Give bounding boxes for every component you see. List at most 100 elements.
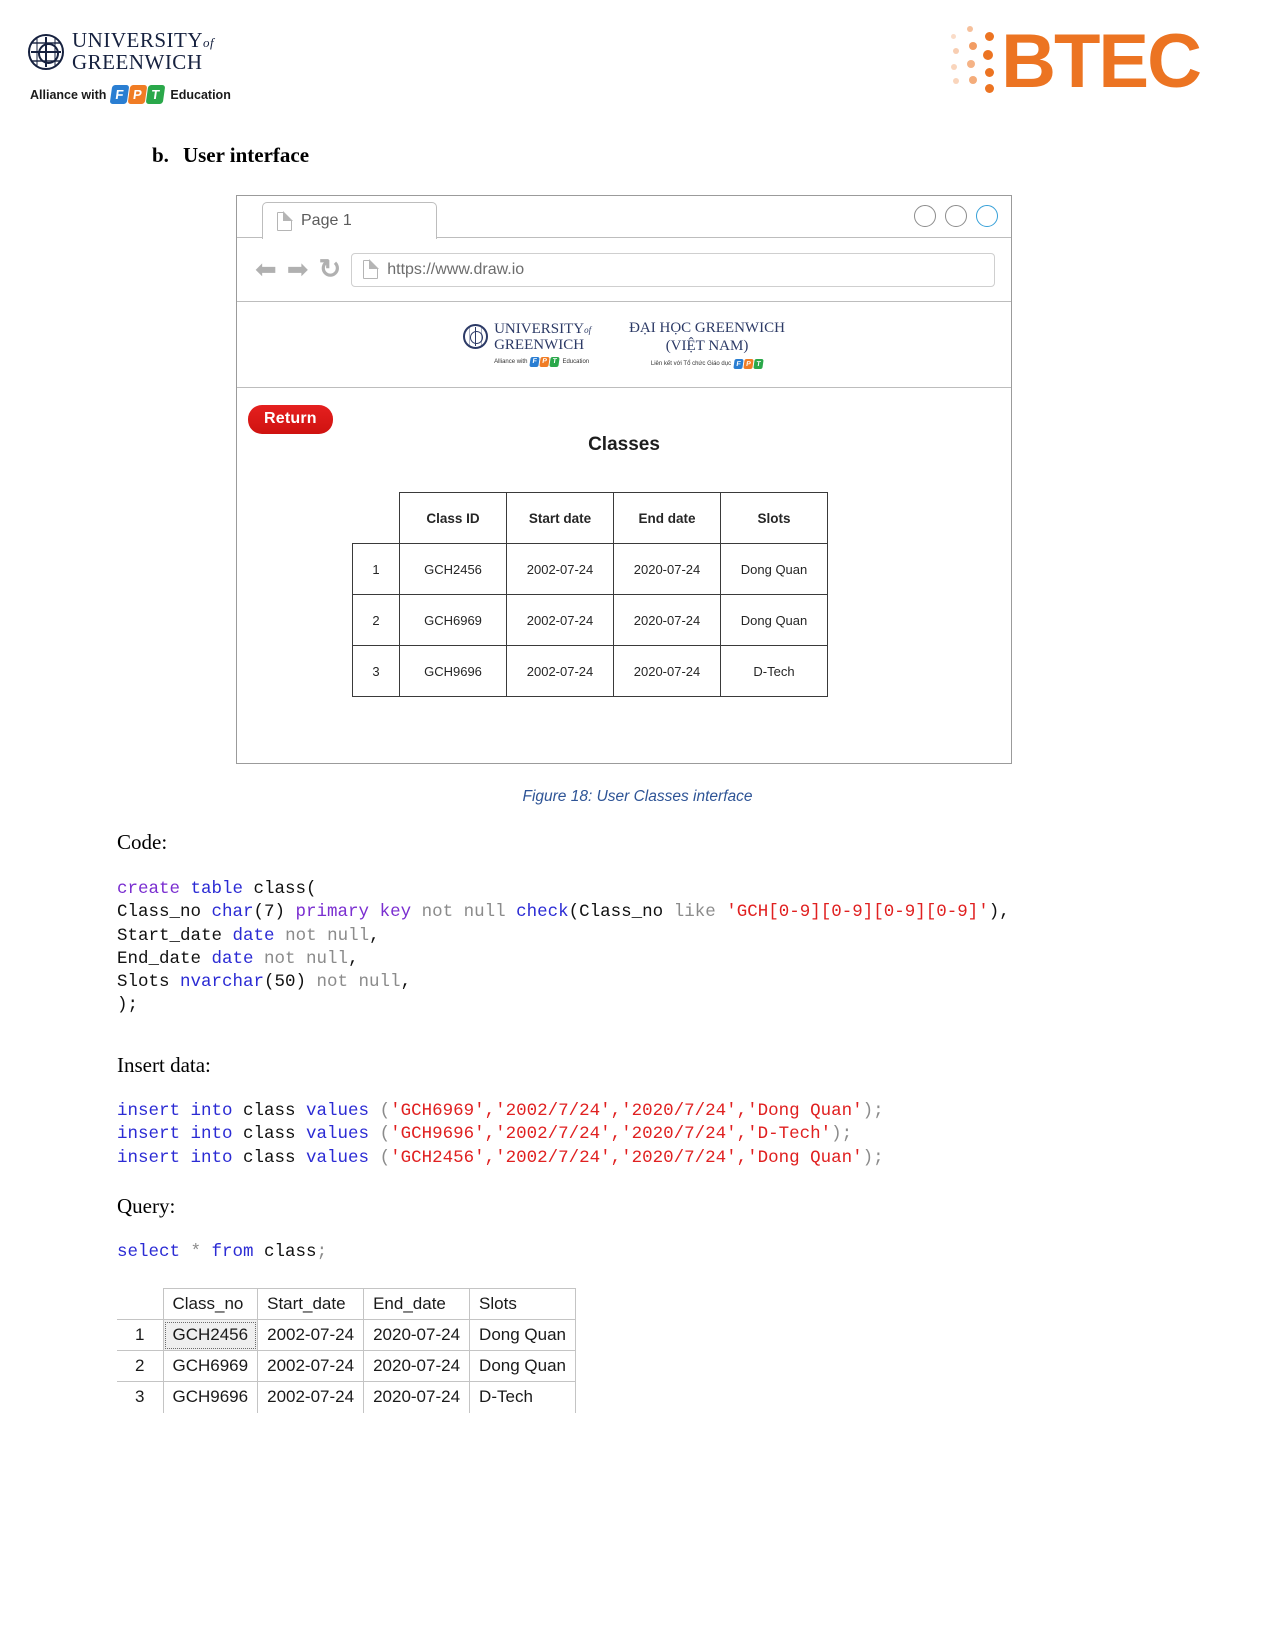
embedded-page-body: Return Classes Class ID Start date End d… bbox=[237, 388, 1011, 761]
tab-page-1[interactable]: Page 1 bbox=[262, 202, 437, 239]
window-controls[interactable] bbox=[914, 205, 998, 227]
banner-fpt-t: T bbox=[549, 357, 561, 368]
figure-caption: Figure 18: User Classes interface bbox=[522, 788, 753, 805]
banner-vn-fpt-p: P bbox=[743, 358, 754, 369]
minimize-button[interactable] bbox=[914, 205, 936, 227]
cell-end-date: 2020-07-24 bbox=[613, 594, 721, 646]
table-row: 3 GCH9696 2002-07-24 2020-07-24 D-Tech bbox=[352, 645, 828, 697]
fpt-letter-t: T bbox=[146, 85, 166, 104]
btec-dot-pattern-icon bbox=[939, 22, 1013, 102]
cell-start-date: 2002-07-24 bbox=[506, 594, 614, 646]
section-marker: b. bbox=[152, 143, 169, 167]
classes-col-start-date: Start date bbox=[506, 492, 614, 544]
cell-class-id: GCH9696 bbox=[399, 645, 507, 697]
table-row: 1 GCH2456 2002-07-24 2020-07-24 Dong Qua… bbox=[352, 543, 828, 595]
forward-arrow-icon[interactable]: ➡ bbox=[287, 256, 309, 283]
cell-start-date: 2002-07-24 bbox=[506, 543, 614, 595]
classes-table-header-row: Class ID Start date End date Slots bbox=[353, 492, 828, 544]
result-cell-class-no[interactable]: GCH2456 bbox=[162, 1319, 259, 1351]
fpt-letter-p: P bbox=[128, 85, 148, 104]
uog-line1-of: of bbox=[203, 35, 215, 50]
banner-vietnam-block: ĐẠI HỌC GREENWICH (VIỆT NAM) Liên kết vớ… bbox=[629, 320, 785, 369]
document-icon bbox=[277, 210, 293, 231]
result-col-class-no: Class_no bbox=[162, 1288, 259, 1320]
result-col-start-date: Start_date bbox=[257, 1288, 365, 1320]
close-button[interactable] bbox=[976, 205, 998, 227]
alliance-prefix-text: Alliance with bbox=[30, 87, 107, 102]
address-bar-input[interactable]: https://www.draw.io bbox=[351, 252, 995, 287]
table-row: 3 GCH9696 2002-07-24 2020-07-24 D-Tech bbox=[117, 1381, 576, 1413]
create-table-code-block: create table class( Class_no char(7) pri… bbox=[117, 879, 1010, 1016]
classes-col-class-id: Class ID bbox=[399, 492, 507, 544]
page-document-icon bbox=[363, 259, 379, 279]
address-bar-value: https://www.draw.io bbox=[387, 260, 525, 278]
btec-wordmark: BTEC bbox=[1001, 18, 1202, 104]
result-cell-slots[interactable]: Dong Quan bbox=[469, 1319, 576, 1351]
code-label: Code: bbox=[117, 830, 168, 854]
classes-col-end-date: End date bbox=[613, 492, 721, 544]
uog-line2: GREENWICH bbox=[72, 50, 203, 74]
banner-alliance-suffix: Education bbox=[562, 359, 590, 366]
insert-data-label: Insert data: bbox=[117, 1053, 211, 1077]
result-cell-end-date[interactable]: 2020-07-24 bbox=[363, 1350, 471, 1382]
result-cell-slots[interactable]: Dong Quan bbox=[469, 1350, 576, 1382]
table-row: 2 GCH6969 2002-07-24 2020-07-24 Dong Qua… bbox=[352, 594, 828, 646]
btec-logo: BTEC bbox=[939, 18, 1202, 104]
result-row-number: 2 bbox=[117, 1350, 164, 1382]
browser-tab-bar: Page 1 bbox=[237, 196, 1011, 239]
banner-vn-fpt-t: T bbox=[753, 358, 764, 369]
cell-end-date: 2020-07-24 bbox=[613, 543, 721, 595]
page-title: User interface bbox=[182, 143, 310, 167]
cell-slots: D-Tech bbox=[720, 645, 828, 697]
banner-vn-fpt-f: F bbox=[733, 358, 744, 369]
banner-vn-line2: (VIỆT NAM) bbox=[665, 337, 749, 354]
query-code-block: select * from class; bbox=[117, 1242, 328, 1262]
banner-vn-subtext: Liên kết với Tổ chức Giáo dục FPT bbox=[629, 358, 785, 369]
result-row-number: 3 bbox=[117, 1381, 164, 1413]
result-cell-slots[interactable]: D-Tech bbox=[469, 1381, 576, 1413]
result-cell-class-no[interactable]: GCH6969 bbox=[162, 1350, 259, 1382]
page-header: UNIVERSITYof GREENWICH Alliance with FPT… bbox=[0, 0, 1275, 130]
back-arrow-icon[interactable]: ⬅ bbox=[255, 256, 277, 283]
result-row-number: 1 bbox=[117, 1319, 164, 1351]
result-col-end-date: End_date bbox=[363, 1288, 471, 1320]
insert-data-code-block: insert into class values ('GCH6969','200… bbox=[117, 1101, 884, 1168]
classes-heading: Classes bbox=[588, 434, 660, 455]
banner-alliance-prefix: Alliance with bbox=[494, 359, 528, 366]
maximize-button[interactable] bbox=[945, 205, 967, 227]
banner-uog-line2: GREENWICH bbox=[494, 336, 585, 353]
cell-slots: Dong Quan bbox=[720, 543, 828, 595]
cell-start-date: 2002-07-24 bbox=[506, 645, 614, 697]
return-button[interactable]: Return bbox=[248, 405, 333, 434]
fpt-alliance-strip: Alliance with FPT Education bbox=[30, 85, 231, 104]
row-number: 1 bbox=[352, 543, 400, 595]
cell-slots: Dong Quan bbox=[720, 594, 828, 646]
browser-mockup: Page 1 ⬅ ➡ ↻ https://www.draw.io UNIVERS… bbox=[236, 195, 1012, 764]
reload-icon[interactable]: ↻ bbox=[319, 256, 342, 283]
fpt-letter-f: F bbox=[110, 85, 130, 104]
classes-corner-cell bbox=[353, 493, 400, 544]
banner-vn-line1: ĐẠI HỌC GREENWICH bbox=[629, 320, 785, 337]
banner-vn-sub-label: Liên kết với Tổ chức Giáo dục bbox=[650, 360, 732, 367]
alliance-suffix-text: Education bbox=[170, 87, 231, 102]
banner-uog-line1: UNIVERSITY bbox=[494, 320, 585, 337]
row-number: 3 bbox=[352, 645, 400, 697]
result-cell-end-date[interactable]: 2020-07-24 bbox=[363, 1381, 471, 1413]
browser-url-bar: ⬅ ➡ ↻ https://www.draw.io bbox=[237, 238, 1011, 302]
result-cell-end-date[interactable]: 2020-07-24 bbox=[363, 1319, 471, 1351]
table-row: 2 GCH6969 2002-07-24 2020-07-24 Dong Qua… bbox=[117, 1350, 576, 1382]
banner-alliance-strip: Alliance with FPT Education bbox=[494, 357, 591, 368]
result-cell-class-no[interactable]: GCH9696 bbox=[162, 1381, 259, 1413]
result-cell-start-date[interactable]: 2002-07-24 bbox=[257, 1319, 365, 1351]
table-row: 1 GCH2456 2002-07-24 2020-07-24 Dong Qua… bbox=[117, 1319, 576, 1351]
classes-table: Class ID Start date End date Slots 1 GCH… bbox=[352, 492, 828, 697]
uog-line1-main: UNIVERSITY bbox=[72, 28, 203, 52]
query-label: Query: bbox=[117, 1194, 176, 1218]
compass-rose-icon bbox=[28, 33, 64, 70]
result-header-row: Class_no Start_date End_date Slots bbox=[117, 1288, 576, 1320]
result-cell-start-date[interactable]: 2002-07-24 bbox=[257, 1381, 365, 1413]
cell-end-date: 2020-07-24 bbox=[613, 645, 721, 697]
result-cell-start-date[interactable]: 2002-07-24 bbox=[257, 1350, 365, 1382]
result-corner-cell bbox=[117, 1288, 164, 1320]
compass-rose-icon-small bbox=[463, 323, 489, 349]
